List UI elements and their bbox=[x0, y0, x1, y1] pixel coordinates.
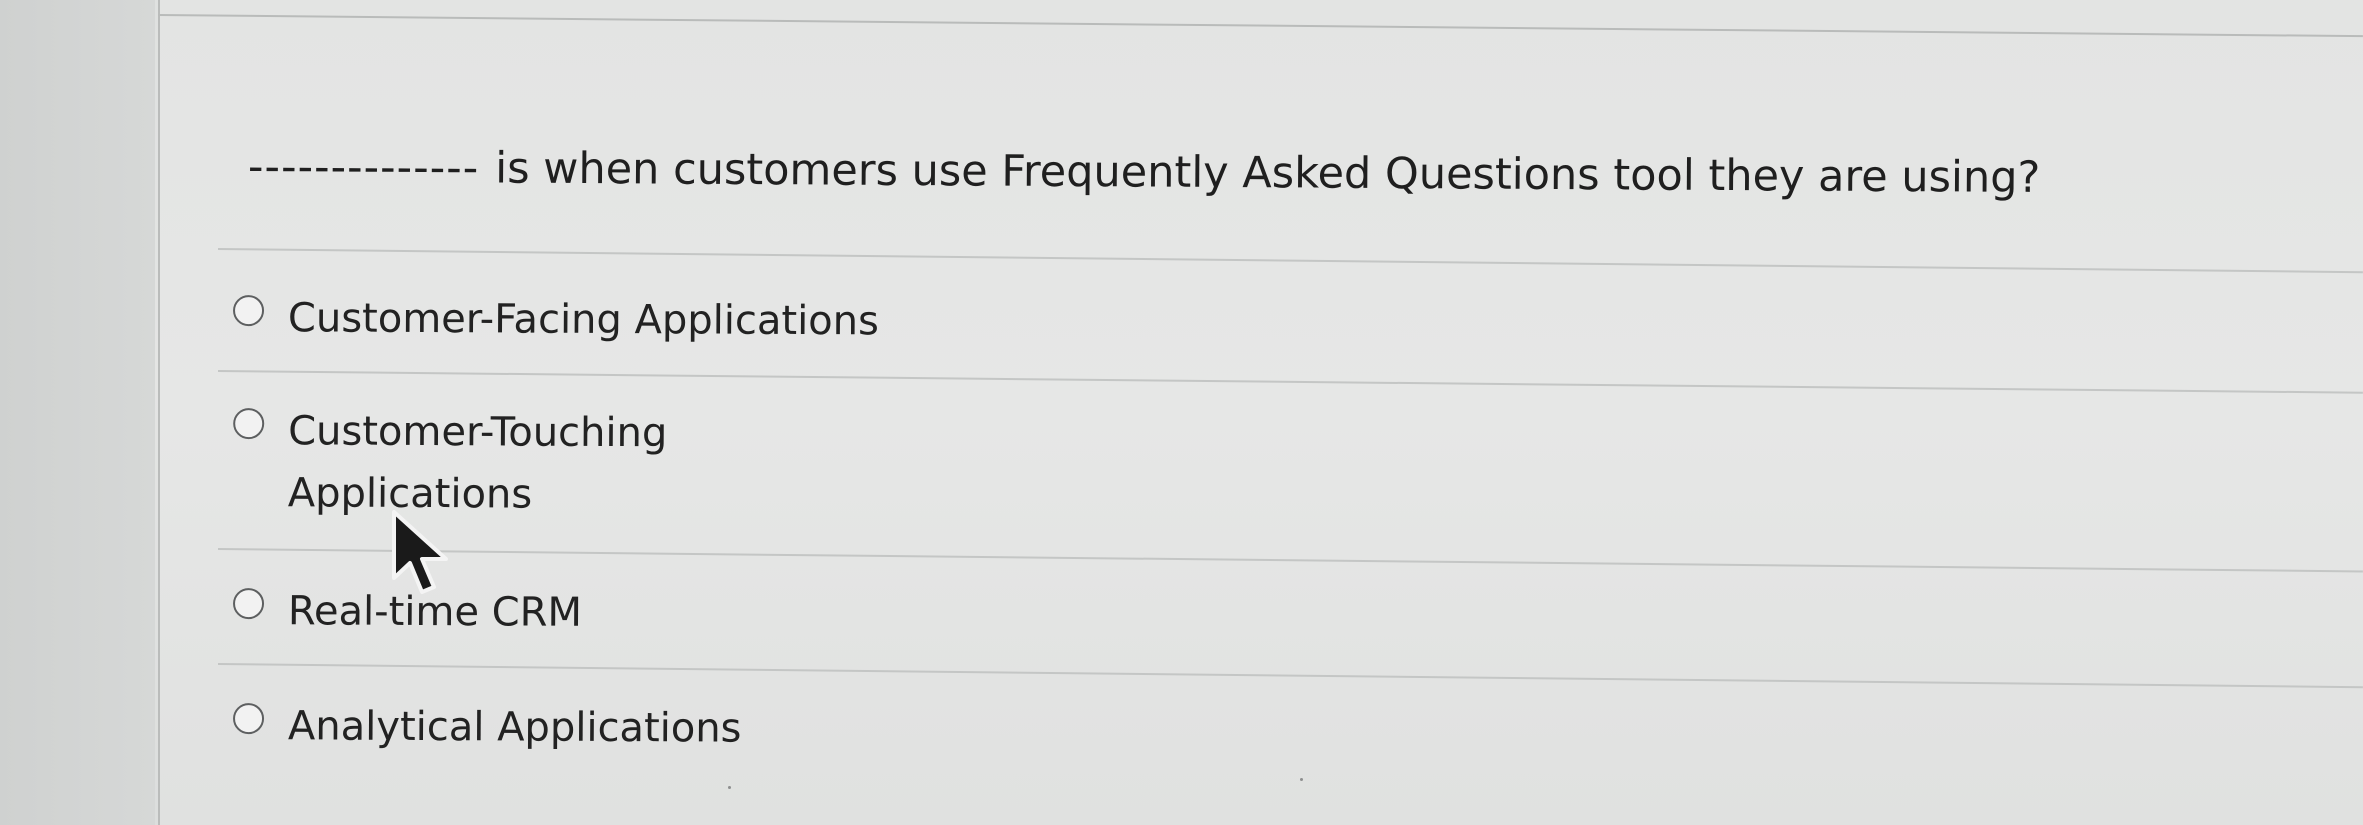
option-analytical[interactable]: Analytical Applications bbox=[232, 695, 742, 760]
option-label: Analytical Applications bbox=[287, 703, 742, 752]
question-prompt: is when customers use Frequently Asked Q… bbox=[495, 143, 2041, 203]
option-label: Customer-Touching Applications bbox=[287, 408, 668, 518]
option-customer-facing[interactable]: Customer-Facing Applications bbox=[232, 287, 880, 352]
option-label: Customer-Facing Applications bbox=[287, 295, 880, 345]
radio-button[interactable] bbox=[233, 408, 265, 440]
quiz-screen: -------------- is when customers use Freq… bbox=[0, 0, 2363, 825]
radio-button[interactable] bbox=[232, 703, 265, 735]
mouse-pointer-icon bbox=[392, 510, 448, 594]
screen-speck bbox=[1300, 778, 1303, 781]
left-gutter bbox=[0, 0, 155, 825]
screen-speck bbox=[728, 786, 731, 789]
radio-button[interactable] bbox=[232, 588, 265, 620]
radio-button[interactable] bbox=[232, 295, 265, 327]
question-blank: -------------- bbox=[247, 142, 480, 194]
